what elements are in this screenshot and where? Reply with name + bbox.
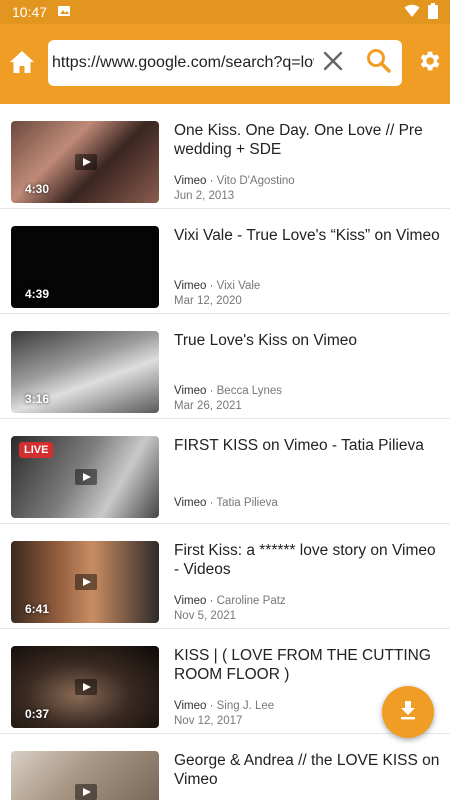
video-thumbnail[interactable]: 4:30 bbox=[11, 121, 159, 203]
play-icon bbox=[75, 154, 97, 170]
list-item[interactable]: 3:16 True Love's Kiss on Vimeo Vimeo · B… bbox=[0, 314, 450, 419]
status-bar: 10:47 bbox=[0, 0, 450, 24]
video-date: Jun 2, 2013 bbox=[174, 190, 235, 202]
video-duration: 4:30 bbox=[25, 182, 50, 196]
play-icon bbox=[75, 679, 97, 695]
video-title[interactable]: KISS | ( LOVE FROM THE CUTTING ROOM FLOO… bbox=[174, 646, 440, 684]
video-source: Vimeo bbox=[174, 595, 207, 607]
image-icon bbox=[57, 4, 71, 21]
results-list: 4:30 One Kiss. One Day. One Love // Pre … bbox=[0, 104, 450, 800]
video-meta: Vimeo · Sing J. Lee bbox=[174, 700, 275, 712]
close-icon bbox=[323, 51, 343, 76]
video-date: Nov 5, 2021 bbox=[174, 610, 237, 622]
video-thumbnail[interactable]: LIVE bbox=[11, 436, 159, 518]
video-author: Becca Lynes bbox=[216, 385, 283, 397]
video-duration: 4:39 bbox=[25, 287, 50, 301]
video-meta: Vimeo · Caroline Patz bbox=[174, 595, 286, 607]
download-button[interactable] bbox=[382, 686, 434, 738]
search-icon bbox=[366, 48, 392, 79]
download-icon bbox=[398, 700, 418, 725]
list-item[interactable]: George & Andrea // the LOVE KISS on Vime… bbox=[0, 734, 450, 800]
video-title[interactable]: One Kiss. One Day. One Love // Pre weddi… bbox=[174, 121, 440, 159]
video-author: Tatia Pilieva bbox=[216, 497, 278, 509]
video-meta: Vimeo · Tatia Pilieva bbox=[174, 497, 278, 509]
video-thumbnail[interactable]: 4:39 bbox=[11, 226, 159, 308]
video-thumbnail[interactable]: 3:16 bbox=[11, 331, 159, 413]
list-item[interactable]: 6:41 First Kiss: a ****** love story on … bbox=[0, 524, 450, 629]
wifi-icon bbox=[404, 4, 420, 21]
settings-button[interactable] bbox=[412, 46, 446, 80]
video-title[interactable]: FIRST KISS on Vimeo - Tatia Pilieva bbox=[174, 436, 440, 455]
video-title[interactable]: George & Andrea // the LOVE KISS on Vime… bbox=[174, 751, 440, 789]
status-time: 10:47 bbox=[12, 4, 48, 20]
battery-icon bbox=[428, 2, 438, 22]
video-source: Vimeo bbox=[174, 280, 207, 292]
live-badge: LIVE bbox=[19, 442, 54, 458]
video-date: Mar 26, 2021 bbox=[174, 400, 242, 412]
video-author: Vixi Vale bbox=[216, 280, 261, 292]
play-icon bbox=[75, 574, 97, 590]
home-icon bbox=[9, 50, 35, 79]
video-author: Caroline Patz bbox=[216, 595, 286, 607]
video-source: Vimeo bbox=[174, 497, 207, 509]
video-meta: Vimeo · Vixi Vale bbox=[174, 280, 261, 292]
video-thumbnail[interactable]: 6:41 bbox=[11, 541, 159, 623]
video-meta: Vimeo · Becca Lynes bbox=[174, 385, 283, 397]
list-item[interactable]: LIVE FIRST KISS on Vimeo - Tatia Pilieva… bbox=[0, 419, 450, 524]
video-duration: 6:41 bbox=[25, 602, 50, 616]
video-title[interactable]: True Love's Kiss on Vimeo bbox=[174, 331, 440, 350]
video-source: Vimeo bbox=[174, 700, 207, 712]
video-source: Vimeo bbox=[174, 175, 207, 187]
video-date: Mar 12, 2020 bbox=[174, 295, 242, 307]
video-source: Vimeo bbox=[174, 385, 207, 397]
search-button[interactable] bbox=[364, 48, 394, 78]
video-thumbnail[interactable]: 0:37 bbox=[11, 646, 159, 728]
video-duration: 3:16 bbox=[25, 392, 50, 406]
list-item[interactable]: 4:39 Vixi Vale - True Love's “Kiss” on V… bbox=[0, 209, 450, 314]
clear-url-button[interactable] bbox=[320, 50, 346, 76]
home-button[interactable] bbox=[0, 42, 44, 86]
play-icon bbox=[75, 784, 97, 800]
gear-icon bbox=[416, 48, 442, 79]
video-author: Sing J. Lee bbox=[216, 700, 275, 712]
browser-toolbar bbox=[0, 24, 450, 104]
video-title[interactable]: First Kiss: a ****** love story on Vimeo… bbox=[174, 541, 440, 579]
video-author: Vito D'Agostino bbox=[216, 175, 295, 187]
video-duration: 0:37 bbox=[25, 707, 50, 721]
video-meta: Vimeo · Vito D'Agostino bbox=[174, 175, 295, 187]
url-input[interactable] bbox=[52, 54, 314, 72]
video-thumbnail[interactable] bbox=[11, 751, 159, 800]
play-icon bbox=[75, 469, 97, 485]
url-bar bbox=[48, 40, 402, 86]
list-item[interactable]: 4:30 One Kiss. One Day. One Love // Pre … bbox=[0, 104, 450, 209]
video-date: Nov 12, 2017 bbox=[174, 715, 243, 727]
video-title[interactable]: Vixi Vale - True Love's “Kiss” on Vimeo bbox=[174, 226, 440, 245]
